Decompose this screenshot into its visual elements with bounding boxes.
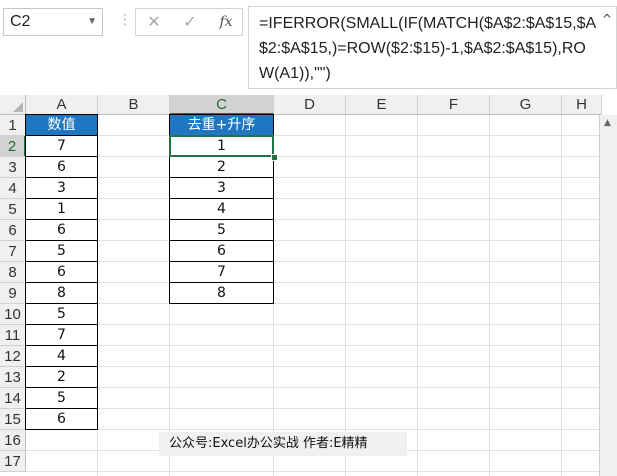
column-header-c[interactable]: C (170, 95, 274, 115)
cell-a11[interactable]: 7 (25, 324, 98, 346)
cell-a9[interactable]: 8 (25, 282, 98, 304)
column-header-e[interactable]: E (346, 95, 418, 115)
row-header-14[interactable]: 14 (0, 388, 26, 409)
column-header-b[interactable]: B (98, 95, 170, 115)
row-header-5[interactable]: 5 (0, 199, 26, 220)
worksheet-grid[interactable]: ABCDEFGH 1 2 3 4 5 6 7 8 9 10 11 12 13 14 15 16 17 数值 7 6 3… (0, 95, 617, 476)
cell-a15[interactable]: 6 (25, 408, 98, 430)
row-header-13[interactable]: 13 (0, 367, 26, 388)
column-header-d[interactable]: D (274, 95, 346, 115)
formula-text[interactable]: =IFERROR(SMALL(IF(MATCH($A$2:$A$15,$A$2:… (259, 11, 599, 86)
row-header-11[interactable]: 11 (0, 325, 26, 346)
gridline-h (26, 303, 599, 304)
cell-a10[interactable]: 5 (25, 303, 98, 325)
gridline-h (26, 156, 599, 157)
select-all-triangle-icon (13, 102, 23, 112)
cell-c6[interactable]: 5 (169, 219, 274, 241)
gridline-h (26, 198, 599, 199)
cancel-icon[interactable]: ✕ (142, 11, 166, 33)
gridline-h (26, 240, 599, 241)
row-header-10[interactable]: 10 (0, 304, 26, 325)
active-cell-selection (169, 135, 274, 157)
row-header-8[interactable]: 8 (0, 262, 26, 283)
gridline-v (417, 115, 418, 476)
row-header-4[interactable]: 4 (0, 178, 26, 199)
watermark-label: 公众号:Excel办公实战 作者:E精精 (159, 432, 407, 456)
row-header-12[interactable]: 12 (0, 346, 26, 367)
cell-c1-header[interactable]: 去重+升序 (169, 114, 274, 136)
gridline-h (26, 387, 599, 388)
cell-a14[interactable]: 5 (25, 387, 98, 409)
cell-a12[interactable]: 4 (25, 345, 98, 367)
cell-a2[interactable]: 7 (25, 135, 98, 157)
gridline-h (26, 324, 599, 325)
insert-function-button[interactable]: fx (214, 11, 238, 33)
column-header-a[interactable]: A (26, 95, 98, 115)
cell-c8[interactable]: 7 (169, 261, 274, 283)
row-header-2[interactable]: 2 (0, 136, 26, 157)
formula-bar-separator: ⋮ (118, 12, 133, 28)
formula-input[interactable]: =IFERROR(SMALL(IF(MATCH($A$2:$A$15,$A$2:… (248, 6, 617, 89)
column-header-h[interactable]: H (562, 95, 602, 115)
cell-a1-header[interactable]: 数值 (25, 114, 98, 136)
vertical-scrollbar[interactable]: ▲ (599, 115, 617, 476)
gridline-h (26, 135, 599, 136)
gridline-h (26, 429, 599, 430)
row-header-6[interactable]: 6 (0, 220, 26, 241)
gridline-h (26, 219, 599, 220)
row-header-15[interactable]: 15 (0, 409, 26, 430)
cell-a13[interactable]: 2 (25, 366, 98, 388)
collapse-formula-bar-icon[interactable]: ^ (602, 12, 612, 26)
row-header-1[interactable]: 1 (0, 115, 26, 136)
column-header-f[interactable]: F (418, 95, 490, 115)
column-header-g[interactable]: G (490, 95, 562, 115)
cell-a4[interactable]: 3 (25, 177, 98, 199)
row-header-9[interactable]: 9 (0, 283, 26, 304)
gridline-h (26, 408, 599, 409)
name-box[interactable]: C2 ▼ (3, 8, 103, 36)
cell-c5[interactable]: 4 (169, 198, 274, 220)
cell-a3[interactable]: 6 (25, 156, 98, 178)
chevron-down-icon[interactable]: ▼ (87, 9, 97, 35)
gridline-h (26, 345, 599, 346)
cell-c7[interactable]: 6 (169, 240, 274, 262)
row-header-3[interactable]: 3 (0, 157, 26, 178)
formula-controls: ✕ ✓ fx (135, 8, 243, 36)
gridline-h (26, 261, 599, 262)
cell-a7[interactable]: 5 (25, 240, 98, 262)
cell-c3[interactable]: 2 (169, 156, 274, 178)
cell-c9[interactable]: 8 (169, 282, 274, 304)
cell-a5[interactable]: 1 (25, 198, 98, 220)
cell-a6[interactable]: 6 (25, 219, 98, 241)
name-box-value[interactable]: C2 (10, 13, 30, 30)
gridline-h (26, 366, 599, 367)
gridline-h (26, 471, 599, 472)
row-header-7[interactable]: 7 (0, 241, 26, 262)
select-all-button[interactable] (0, 95, 26, 115)
gridline-h (26, 177, 599, 178)
gridline-h (26, 282, 599, 283)
scroll-up-icon[interactable]: ▲ (604, 118, 611, 128)
cell-c4[interactable]: 3 (169, 177, 274, 199)
fill-handle[interactable] (271, 154, 278, 161)
gridline-v (345, 115, 346, 476)
cell-a8[interactable]: 6 (25, 261, 98, 283)
row-header-16[interactable]: 16 (0, 430, 26, 451)
row-header-17[interactable]: 17 (0, 451, 26, 472)
enter-icon[interactable]: ✓ (178, 11, 202, 33)
formula-bar-area: C2 ▼ ⋮ ✕ ✓ fx =IFERROR(SMALL(IF(MATCH($A… (0, 0, 617, 95)
gridline-v (561, 115, 562, 476)
gridline-v (489, 115, 490, 476)
